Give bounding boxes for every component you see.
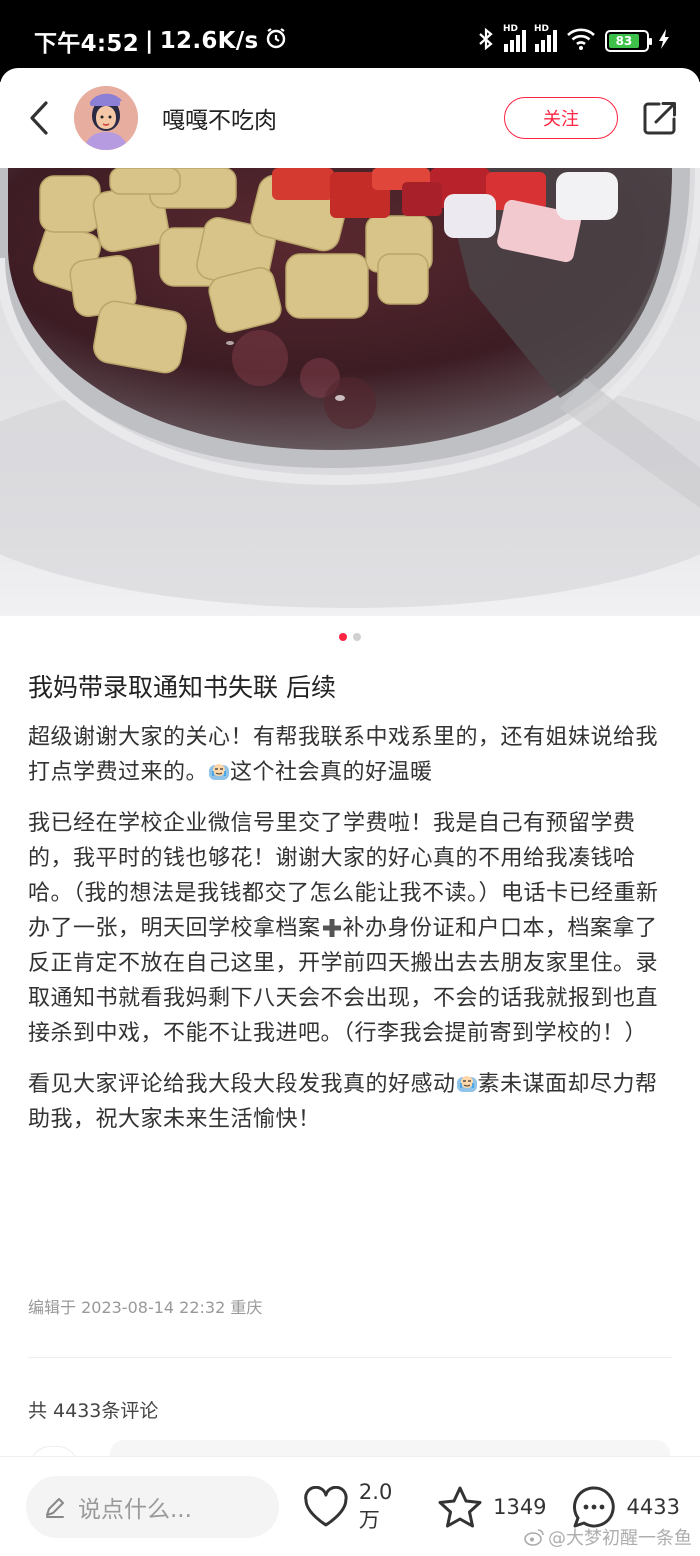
plus-emoji-icon (322, 919, 341, 937)
post-image[interactable] (0, 168, 700, 616)
image-pagination (0, 633, 700, 641)
comment-total: 4433 (626, 1494, 680, 1519)
collect-button[interactable]: 1349 (437, 1485, 547, 1529)
pencil-icon (46, 1497, 64, 1518)
status-time: 下午4:52 (34, 31, 140, 57)
pagination-dot[interactable] (353, 633, 361, 641)
battery-level: 83 (609, 34, 639, 48)
post-title: 我妈带录取通知书失联 后续 (28, 673, 336, 702)
battery-icon: 83 (605, 30, 652, 52)
post-paragraph-1: 超级谢谢大家的关心！有帮我联系中戏系里的，还有姐妹说给我打点学费过来的。 这个社会… (28, 720, 676, 790)
note-header: 嘎嘎不吃肉 关注 (0, 68, 700, 168)
bluetooth-icon (477, 27, 495, 55)
comment-button[interactable]: 4433 (571, 1484, 680, 1530)
alarm-icon (264, 26, 288, 56)
star-icon (438, 1486, 482, 1527)
comment-input[interactable]: 说点什么... (26, 1475, 280, 1538)
status-separator: | (145, 28, 154, 54)
crying-emoji-icon (209, 764, 230, 780)
dessert-bowl-photo (0, 168, 700, 608)
status-left: 下午4:52 | 12.6K/s (34, 24, 288, 58)
signal-hd-icon: HD (503, 24, 526, 52)
paragraph-text: 看见大家评论给我大段大段发我真的好感动 (28, 1072, 456, 1097)
back-button[interactable] (24, 98, 54, 138)
paragraph-text: 这个社会真的好温暖 (230, 760, 433, 785)
status-right: HD HD 83 (477, 24, 670, 55)
share-icon (643, 102, 676, 135)
pagination-dot-active[interactable] (339, 633, 347, 641)
like-button[interactable]: 2.0万 (303, 1480, 413, 1534)
wifi-icon (566, 27, 596, 55)
chevron-left-icon (30, 101, 48, 135)
collect-count: 1349 (493, 1494, 547, 1519)
watermark-text: @大梦初醒一条鱼 (548, 1528, 692, 1549)
comment-bubble-icon (572, 1485, 615, 1527)
network-speed: 12.6K/s (159, 28, 259, 54)
author-avatar[interactable] (74, 86, 138, 150)
comment-count: 共 4433条评论 (28, 1400, 159, 1422)
comment-input-placeholder: 说点什么... (78, 1496, 192, 1523)
post-paragraph-2: 我已经在学校企业微信号里交了学费啦！我是自己有预留学费的，我平时的钱也够花！谢谢… (28, 806, 676, 1051)
author-name[interactable]: 嘎嘎不吃肉 (162, 101, 277, 135)
heart-icon (304, 1485, 348, 1526)
like-count: 2.0万 (358, 1479, 393, 1532)
watermark: @大梦初醒一条鱼 (524, 1524, 692, 1550)
charging-icon (658, 28, 670, 54)
weibo-icon (524, 1529, 544, 1546)
signal-hd-icon: HD (534, 24, 557, 52)
post-meta-edited: 编辑于 2023-08-14 22:32 重庆 (28, 1298, 263, 1317)
post-paragraph-3: 看见大家评论给我大段大段发我真的好感动 素未谋面却尽力帮助我，祝大家未来生活愉快！ (28, 1067, 676, 1137)
crying-emoji-icon (456, 1076, 477, 1092)
share-button[interactable] (642, 100, 678, 136)
divider (28, 1357, 672, 1358)
post-body: 超级谢谢大家的关心！有帮我联系中戏系里的，还有姐妹说给我打点学费过来的。 这个社会… (28, 720, 676, 1153)
follow-button[interactable]: 关注 (504, 97, 618, 139)
